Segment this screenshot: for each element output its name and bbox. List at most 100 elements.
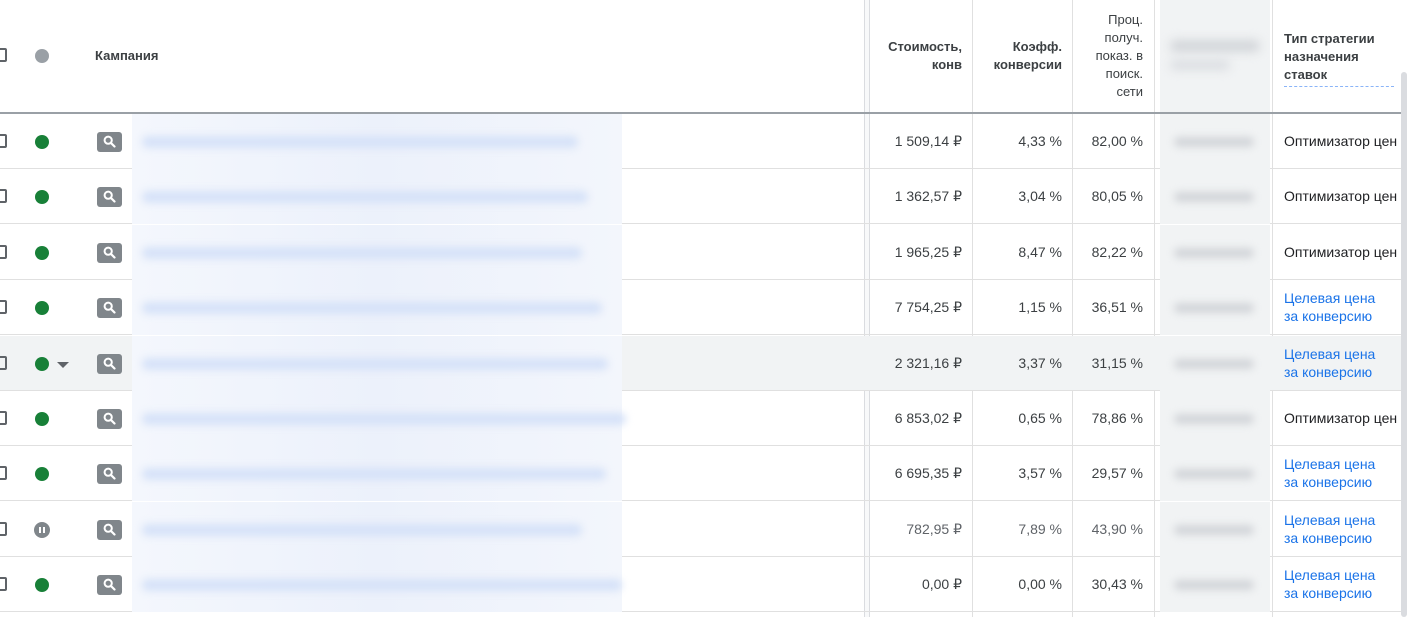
bid-strategy-line: Оптимизатор цен bbox=[1284, 244, 1398, 260]
select-all-checkbox[interactable] bbox=[0, 48, 7, 62]
redacted-campaign-name[interactable] bbox=[132, 557, 622, 612]
table-row[interactable]: 2 321,16 ₽ 3,37 % 31,15 % Целевая цена за ко… bbox=[0, 336, 1407, 391]
bid-strategy-line: за конверсию bbox=[1284, 474, 1373, 490]
redacted-text bbox=[142, 302, 602, 314]
redacted-cell bbox=[1160, 446, 1270, 501]
bid-strategy-text: Оптимизатор цен bbox=[1284, 187, 1397, 205]
redacted-campaign-name[interactable] bbox=[132, 391, 626, 446]
column-header-bid-strategy-type[interactable]: Тип стратегии назначения ставок bbox=[1284, 30, 1394, 87]
redacted-campaign-name[interactable] bbox=[132, 502, 622, 557]
redacted-campaign-name[interactable] bbox=[132, 169, 622, 224]
search-icon bbox=[97, 520, 122, 540]
bid-strategy-line: Целевая цена bbox=[1284, 456, 1376, 472]
row-checkbox[interactable] bbox=[0, 411, 7, 425]
redacted-cell bbox=[1160, 114, 1270, 169]
enabled-status-icon[interactable] bbox=[35, 301, 49, 315]
redacted-text bbox=[1174, 192, 1254, 202]
enabled-status-icon[interactable] bbox=[35, 357, 49, 371]
table-row[interactable]: 1 965,25 ₽ 8,47 % 82,22 % Оптимизатор цен bbox=[0, 225, 1407, 280]
conv-rate-cell: 4,33 % bbox=[1018, 133, 1062, 149]
bid-strategy-link[interactable]: Целевая цена за конверсию bbox=[1284, 345, 1375, 381]
table-row[interactable]: 0,00 ₽ 0,00 % 30,43 % Целевая цена за конвер… bbox=[0, 557, 1407, 612]
column-header-conv-rate[interactable]: Коэфф. конверсии bbox=[976, 38, 1062, 74]
redacted-text bbox=[142, 136, 578, 148]
redacted-campaign-name[interactable] bbox=[132, 114, 622, 169]
cost-per-conv-cell: 2 321,16 ₽ bbox=[894, 355, 962, 371]
redacted-cell bbox=[1160, 502, 1270, 557]
bid-strategy-line: за конверсию bbox=[1284, 585, 1373, 601]
paused-status-icon[interactable] bbox=[34, 522, 50, 538]
bid-strategy-text: Оптимизатор цен bbox=[1284, 132, 1397, 150]
cost-per-conv-cell: 7 754,25 ₽ bbox=[894, 299, 962, 315]
column-header-campaign[interactable]: Кампания bbox=[95, 47, 158, 65]
row-checkbox[interactable] bbox=[0, 577, 7, 591]
header-line: показ. в bbox=[1095, 48, 1143, 63]
bid-strategy-link[interactable]: Целевая цена за конверсию bbox=[1284, 455, 1375, 491]
row-checkbox[interactable] bbox=[0, 522, 7, 536]
bid-strategy-line: Целевая цена bbox=[1284, 567, 1376, 583]
row-checkbox[interactable] bbox=[0, 466, 7, 480]
header-line: Тип стратегии bbox=[1284, 31, 1375, 46]
redacted-column-header bbox=[1160, 0, 1270, 112]
redacted-cell bbox=[1160, 557, 1270, 612]
bid-strategy-link[interactable]: Целевая цена за конверсию bbox=[1284, 289, 1375, 325]
column-header-search-impr-share[interactable]: Проц. получ. показ. в поиск. сети bbox=[1076, 11, 1143, 101]
enabled-status-icon[interactable] bbox=[35, 467, 49, 481]
row-checkbox[interactable] bbox=[0, 189, 7, 203]
campaigns-table: Кампания Стоимость, конв Коэфф. конверси… bbox=[0, 0, 1407, 617]
redacted-text bbox=[142, 358, 608, 370]
redacted-campaign-name[interactable] bbox=[132, 225, 622, 280]
redacted-text bbox=[142, 524, 582, 536]
row-checkbox[interactable] bbox=[0, 134, 7, 148]
enabled-status-icon[interactable] bbox=[35, 246, 49, 260]
cost-per-conv-cell: 1 965,25 ₽ bbox=[894, 244, 962, 260]
redacted-text bbox=[1174, 359, 1254, 369]
redacted-text bbox=[1174, 525, 1254, 535]
redacted-campaign-name[interactable] bbox=[132, 280, 622, 335]
redacted-text bbox=[1174, 248, 1254, 258]
table-row[interactable]: 7 754,25 ₽ 1,15 % 36,51 % Целевая цена за ко… bbox=[0, 280, 1407, 335]
cost-per-conv-cell: 0,00 ₽ bbox=[921, 576, 962, 592]
status-dot-icon[interactable] bbox=[35, 49, 49, 63]
redacted-text bbox=[142, 579, 622, 591]
column-header-cost-per-conv[interactable]: Стоимость, конв bbox=[874, 38, 962, 74]
header-line: Стоимость, bbox=[888, 39, 962, 54]
bid-strategy-link[interactable]: Целевая цена за конверсию bbox=[1284, 566, 1375, 602]
bid-strategy-header-text: Тип стратегии назначения ставок bbox=[1284, 30, 1394, 87]
cost-per-conv-cell: 782,95 ₽ bbox=[906, 521, 962, 537]
bid-strategy-text: Оптимизатор цен bbox=[1284, 243, 1397, 261]
redacted-cell bbox=[1160, 336, 1270, 391]
row-checkbox[interactable] bbox=[0, 245, 7, 259]
bid-strategy-line: Оптимизатор цен bbox=[1284, 410, 1398, 426]
redacted-campaign-name[interactable] bbox=[132, 446, 622, 501]
header-line: конверсии bbox=[993, 57, 1062, 72]
redacted-cell bbox=[1160, 225, 1270, 280]
search-icon bbox=[97, 132, 122, 152]
enabled-status-icon[interactable] bbox=[35, 578, 49, 592]
table-row[interactable]: 1 362,57 ₽ 3,04 % 80,05 % Оптимизатор цен bbox=[0, 169, 1407, 224]
row-checkbox[interactable] bbox=[0, 356, 7, 370]
table-row[interactable]: 1 509,14 ₽ 4,33 % 82,00 % Оптимизатор цен bbox=[0, 114, 1407, 169]
conv-rate-cell: 8,47 % bbox=[1018, 244, 1062, 260]
enabled-status-icon[interactable] bbox=[35, 412, 49, 426]
redacted-text bbox=[142, 247, 582, 259]
search-impr-share-cell: 43,90 % bbox=[1091, 521, 1143, 537]
bid-strategy-line: Целевая цена bbox=[1284, 290, 1376, 306]
redacted-campaign-name[interactable] bbox=[132, 336, 622, 391]
conv-rate-cell: 3,57 % bbox=[1018, 465, 1062, 481]
header-line: ставок bbox=[1284, 67, 1328, 82]
bid-strategy-link[interactable]: Целевая цена за конверсию bbox=[1284, 511, 1375, 547]
bid-strategy-line: Оптимизатор цен bbox=[1284, 188, 1398, 204]
enabled-status-icon[interactable] bbox=[35, 190, 49, 204]
table-row[interactable]: 782,95 ₽ 7,89 % 43,90 % Целевая цена за конв… bbox=[0, 502, 1407, 557]
redacted-text bbox=[1170, 60, 1230, 70]
search-impr-share-cell: 30,43 % bbox=[1091, 576, 1143, 592]
row-checkbox[interactable] bbox=[0, 300, 7, 314]
search-icon bbox=[97, 409, 122, 429]
search-icon bbox=[97, 243, 122, 263]
table-row[interactable]: 6 853,02 ₽ 0,65 % 78,86 % Оптимизатор цен bbox=[0, 391, 1407, 446]
vertical-scrollbar[interactable] bbox=[1401, 72, 1407, 617]
enabled-status-icon[interactable] bbox=[35, 135, 49, 149]
table-row[interactable]: 6 695,35 ₽ 3,57 % 29,57 % Целевая цена за ко… bbox=[0, 446, 1407, 501]
dropdown-arrow-icon[interactable] bbox=[57, 362, 69, 368]
